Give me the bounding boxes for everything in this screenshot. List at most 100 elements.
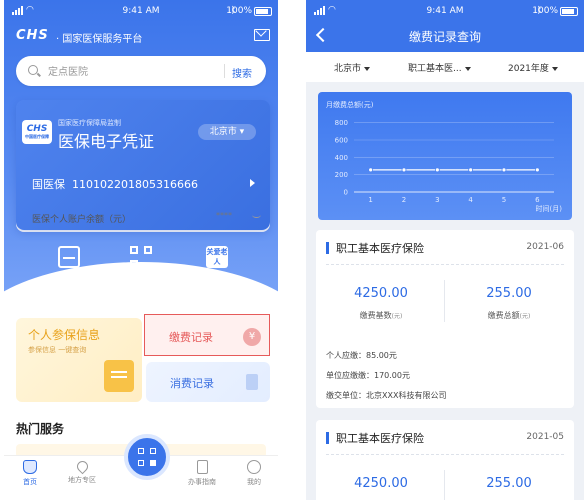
- chevron-down-icon: ▾: [239, 127, 245, 137]
- total-amount: 255.00: [486, 286, 532, 301]
- quick-care-mode[interactable]: 关爱老人 关怀版: [192, 246, 242, 287]
- x-tick-label-5: 6: [535, 196, 540, 204]
- tab-profile[interactable]: 我的: [234, 460, 274, 487]
- city-selector[interactable]: 北京市 ▾: [198, 124, 256, 140]
- filter-bar: 北京市 职工基本医... 2021年度: [306, 52, 584, 82]
- monthly-chart: 月缴费总额(元) 0 200 400 600 800 1 2 3 4 5 6 时间(月): [318, 92, 572, 220]
- record-card-may[interactable]: 职工基本医疗保险 2021-05 4250.00 255.00: [316, 420, 574, 500]
- total-label: 缴费总额(元): [454, 310, 564, 321]
- search-divider: [224, 64, 225, 78]
- quick-qr-code[interactable]: 医保码: [116, 246, 166, 287]
- records-screen: ◠ 9:41 AM ᛒ 100% 缴费记录查询 北京市 职工基本医... 202…: [306, 0, 584, 500]
- folder-icon: [104, 360, 134, 392]
- search-icon: [28, 65, 38, 75]
- data-point-1: [401, 167, 407, 173]
- y-tick-label-3: 600: [335, 137, 348, 145]
- amount-divider: [444, 280, 445, 322]
- quick-qr-label: 医保码: [127, 277, 155, 287]
- platform-title: · 国家医保服务平台: [56, 34, 143, 45]
- data-point-5: [534, 167, 540, 173]
- filter-city[interactable]: 北京市: [334, 61, 371, 74]
- unit-label: (元): [391, 313, 403, 320]
- scan-icon: [58, 246, 80, 268]
- quick-care-label: 关怀版: [203, 277, 231, 287]
- home-screen: ◠ 9:41 AM ᛒ 100% CHS · 国家医保服务平台 搜索 CHS中国…: [4, 0, 278, 500]
- y-tick-label-1: 200: [335, 171, 348, 179]
- search-button[interactable]: 搜索: [232, 65, 252, 80]
- record-card-june[interactable]: 职工基本医疗保险 2021-06 4250.00 255.00 缴费基数(元) …: [316, 230, 574, 408]
- filter-year[interactable]: 2021年度: [508, 61, 558, 74]
- search-bar: 搜索: [16, 56, 266, 86]
- tab-local-zone[interactable]: 地方专区: [62, 458, 102, 485]
- chevron-right-icon[interactable]: [250, 179, 255, 187]
- record-date: 2021-05: [526, 432, 564, 442]
- y-tick-label-2: 400: [335, 154, 348, 162]
- receipt-icon: [246, 374, 258, 390]
- caret-down-icon: [364, 66, 371, 71]
- status-bar: ◠ 9:41 AM ᛒ 100%: [4, 0, 278, 22]
- quick-scan[interactable]: 扫一扫: [44, 246, 94, 287]
- data-point-2: [434, 167, 440, 173]
- payment-records-label: 缴费记录: [169, 331, 213, 344]
- base-label-text: 缴费基数: [359, 311, 392, 320]
- x-tick-label-2: 3: [435, 196, 439, 204]
- record-type: 职工基本医疗保险: [336, 432, 424, 445]
- center-qr-button[interactable]: [124, 434, 170, 480]
- status-bar: ◠ 9:41 AM ᛒ 100%: [306, 0, 584, 22]
- base-label: 缴费基数(元): [326, 310, 436, 321]
- record-accent-bar: [326, 242, 329, 254]
- card-title: 医保电子凭证: [58, 132, 155, 151]
- battery-percent: 100%: [532, 6, 558, 16]
- consumption-records-button[interactable]: 消费记录: [146, 362, 270, 402]
- x-tick-label-0: 1: [368, 196, 372, 204]
- quick-scan-label: 扫一扫: [55, 277, 83, 287]
- tab-home[interactable]: 首页: [10, 460, 50, 487]
- filter-city-label: 北京市: [334, 64, 362, 74]
- balance-label: 医保个人账户余额（元）: [32, 215, 132, 225]
- x-tick-label-3: 4: [468, 196, 473, 204]
- unit-label: (元): [519, 313, 531, 320]
- eye-closed-icon[interactable]: [252, 212, 261, 218]
- battery-icon: [560, 7, 578, 16]
- mail-icon[interactable]: [254, 29, 270, 41]
- qr-code-icon: [130, 246, 152, 268]
- personal-info-title: 个人参保信息: [28, 328, 101, 342]
- hot-services-title: 热门服务: [16, 422, 65, 436]
- balance-masked: ****: [216, 211, 232, 220]
- qr-code-icon: [138, 448, 144, 454]
- record-divider: [326, 454, 564, 455]
- page-title: 缴费记录查询: [408, 30, 481, 44]
- card-id-number: 110102201805316666: [72, 178, 198, 191]
- chs-badge-logo: CHS 中国医疗保障: [22, 120, 52, 144]
- card-id-label: 国医保: [32, 178, 65, 191]
- profile-icon: [247, 460, 261, 474]
- x-tick-label-1: 2: [402, 196, 406, 204]
- payment-records-button[interactable]: 缴费记录 ¥: [144, 314, 270, 356]
- personal-due: 个人应缴：85.00元: [326, 351, 397, 360]
- tab-guide[interactable]: 办事指南: [182, 460, 222, 487]
- y-tick-label-4: 800: [335, 119, 348, 127]
- record-divider: [326, 264, 564, 265]
- search-input[interactable]: [46, 63, 210, 81]
- x-tick-label-4: 5: [502, 196, 506, 204]
- record-accent-bar: [326, 432, 329, 444]
- data-point-4: [501, 167, 507, 173]
- base-amount: 4250.00: [354, 286, 408, 301]
- battery-percent: 100%: [226, 6, 252, 16]
- consumption-records-label: 消费记录: [170, 377, 214, 390]
- record-type: 职工基本医疗保险: [336, 242, 424, 255]
- employer-due: 单位应缴缴：170.00元: [326, 371, 410, 380]
- filter-insurance-type[interactable]: 职工基本医...: [408, 61, 471, 74]
- badge-logo-text: CHS: [26, 124, 48, 134]
- data-point-3: [468, 167, 474, 173]
- chart-plot: 0 200 400 600 800 1 2 3 4 5 6时间(月): [335, 119, 563, 213]
- record-date: 2021-06: [526, 242, 564, 252]
- guide-icon: [196, 460, 208, 474]
- filter-type-label: 职工基本医...: [408, 64, 462, 74]
- badge-sub-text: 中国医疗保障: [25, 134, 49, 139]
- tab-local-label: 地方专区: [68, 476, 96, 484]
- x-axis-label: 时间(月): [536, 204, 563, 213]
- caret-down-icon: [464, 66, 471, 71]
- data-point-0: [368, 167, 374, 173]
- city-label: 北京市: [209, 127, 237, 137]
